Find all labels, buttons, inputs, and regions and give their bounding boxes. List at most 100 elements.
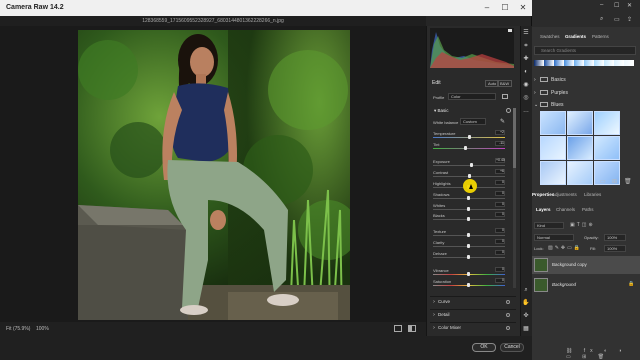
slider-blacks[interactable]: Blacks 0 bbox=[433, 212, 505, 221]
layer-row[interactable]: Background 🔒 bbox=[532, 276, 640, 294]
new-group-icon[interactable]: ▭ bbox=[600, 178, 606, 185]
tab-channels[interactable]: Channels bbox=[556, 207, 575, 212]
slider-value[interactable]: -11 bbox=[495, 141, 505, 146]
gradient-group-blues[interactable]: ⌄ Blues bbox=[534, 101, 634, 110]
gradient-swatch[interactable] bbox=[534, 60, 544, 66]
slider-thumb[interactable] bbox=[468, 174, 471, 178]
slider-thumb[interactable] bbox=[467, 233, 470, 237]
ps-workspace-icon[interactable]: ▭ bbox=[614, 16, 620, 23]
profile-select[interactable]: Color bbox=[448, 93, 496, 100]
visibility-eye-icon[interactable] bbox=[506, 300, 510, 304]
slider-texture[interactable]: Texture 0 bbox=[433, 228, 505, 237]
gradient-swatch[interactable] bbox=[554, 60, 564, 66]
slider-thumb[interactable] bbox=[467, 196, 470, 200]
tab-libraries[interactable]: Libraries bbox=[584, 192, 601, 197]
gradient-tile[interactable] bbox=[567, 161, 593, 185]
panel-scroll-thumb[interactable] bbox=[513, 108, 516, 168]
gradient-swatch[interactable] bbox=[564, 60, 574, 66]
ps-share-icon[interactable]: ⇪ bbox=[627, 16, 632, 23]
slider-value[interactable]: +6 bbox=[495, 169, 505, 174]
gradient-swatch[interactable] bbox=[604, 60, 614, 66]
tab-adjustments[interactable]: Adjustments bbox=[552, 192, 577, 197]
blend-mode-select[interactable]: Normal bbox=[534, 234, 574, 241]
crop-icon[interactable]: ⌗ bbox=[520, 41, 532, 52]
slider-clarity[interactable]: Clarity 0 bbox=[433, 239, 505, 248]
opacity-input[interactable]: 100% bbox=[604, 234, 626, 241]
section-color-mixer[interactable]: › Color Mixer bbox=[430, 322, 516, 332]
ok-button[interactable]: OK bbox=[472, 343, 496, 352]
delete-gradient-icon[interactable]: 🗑 bbox=[624, 178, 632, 185]
gradient-swatch[interactable] bbox=[574, 60, 584, 66]
gradient-tile[interactable] bbox=[540, 161, 566, 185]
gradient-tile[interactable] bbox=[567, 111, 593, 135]
maximize-icon[interactable]: ☐ bbox=[496, 0, 514, 16]
ps-search-icon[interactable]: ⌕ bbox=[600, 16, 603, 23]
gradient-swatch[interactable] bbox=[594, 60, 604, 66]
sampler-tool-icon[interactable]: ✜ bbox=[520, 311, 532, 322]
slider-thumb[interactable] bbox=[470, 163, 473, 167]
minimize-icon[interactable]: – bbox=[478, 0, 496, 16]
slider-value[interactable]: 0 bbox=[495, 278, 505, 283]
slider-value[interactable]: 0 bbox=[495, 239, 505, 244]
slider-whites[interactable]: Whites 0 bbox=[433, 202, 505, 211]
cancel-button[interactable]: Cancel bbox=[500, 343, 524, 352]
healing-icon[interactable]: ✚ bbox=[520, 54, 532, 65]
eyedropper-icon[interactable]: ✎ bbox=[500, 118, 505, 125]
zoom-tool-icon[interactable]: ⌕ bbox=[520, 285, 532, 296]
gradient-swatch[interactable] bbox=[614, 60, 624, 66]
visibility-eye-icon[interactable] bbox=[506, 313, 510, 317]
gradient-tile[interactable] bbox=[540, 111, 566, 135]
slider-thumb[interactable] bbox=[464, 146, 467, 150]
slider-value[interactable]: +0.40 bbox=[495, 158, 505, 163]
more-icon[interactable]: … bbox=[520, 106, 532, 117]
white-balance-select[interactable]: Custom bbox=[460, 118, 486, 125]
gradient-tile[interactable] bbox=[594, 111, 620, 135]
layer-row[interactable]: Background copy bbox=[532, 256, 640, 274]
tab-swatches[interactable]: Swatches bbox=[540, 34, 560, 39]
hand-tool-icon[interactable]: ✋ bbox=[520, 298, 532, 309]
slider-value[interactable]: 0 bbox=[495, 202, 505, 207]
slider-tint[interactable]: Tint -11 bbox=[433, 141, 505, 150]
visibility-eye-icon[interactable] bbox=[506, 108, 511, 113]
gradient-search-input[interactable]: Search Gradients bbox=[534, 46, 636, 55]
slider-dehaze[interactable]: Dehaze 0 bbox=[433, 250, 505, 259]
slider-value[interactable]: +2 bbox=[495, 130, 505, 135]
slider-value[interactable]: 0 bbox=[495, 250, 505, 255]
before-after-icon[interactable] bbox=[394, 325, 402, 332]
layer-name[interactable]: Background copy bbox=[552, 256, 587, 274]
ps-minimize-icon[interactable]: – bbox=[600, 2, 603, 8]
gradient-tile[interactable] bbox=[540, 136, 566, 160]
slider-track[interactable] bbox=[433, 148, 505, 149]
slider-value[interactable]: 0 bbox=[495, 228, 505, 233]
tab-paths[interactable]: Paths bbox=[582, 207, 594, 212]
slider-thumb[interactable] bbox=[468, 135, 471, 139]
tab-gradients[interactable]: Gradients bbox=[565, 34, 586, 39]
section-detail[interactable]: › Detail bbox=[430, 309, 516, 319]
layer-footer-icons[interactable]: ⛓ fx ◐ ◑ ▭ ⊞ 🗑 bbox=[566, 348, 640, 360]
profile-browser-icon[interactable] bbox=[502, 94, 508, 99]
compare-view-icon[interactable] bbox=[408, 325, 416, 332]
ps-maximize-icon[interactable]: ☐ bbox=[614, 2, 619, 9]
slider-shadows[interactable]: Shadows 0 bbox=[433, 191, 505, 200]
slider-value[interactable]: 0 bbox=[495, 191, 505, 196]
red-eye-icon[interactable]: ◉ bbox=[520, 80, 532, 91]
slider-contrast[interactable]: Contrast +6 bbox=[433, 169, 505, 178]
lock-icons[interactable]: ▧✎✥▭🔒 bbox=[548, 245, 582, 251]
tab-layers[interactable]: Layers bbox=[536, 207, 551, 212]
gradient-swatch[interactable] bbox=[544, 60, 554, 66]
zoom-100-button[interactable]: 100% bbox=[36, 322, 49, 336]
tab-patterns[interactable]: Patterns bbox=[592, 34, 609, 39]
presets-icon[interactable]: ◎ bbox=[520, 93, 532, 104]
bw-button[interactable]: B&W bbox=[497, 80, 513, 87]
gradient-tile[interactable] bbox=[594, 136, 620, 160]
slider-thumb[interactable] bbox=[467, 283, 470, 287]
slider-exposure[interactable]: Exposure +0.40 bbox=[433, 158, 505, 167]
new-gradient-icon[interactable]: ⊞ bbox=[612, 178, 617, 185]
gradient-group-basics[interactable]: › Basics bbox=[534, 76, 634, 85]
fill-input[interactable]: 100% bbox=[604, 245, 626, 252]
slider-value[interactable]: 0 bbox=[495, 212, 505, 217]
slider-thumb[interactable] bbox=[467, 207, 470, 211]
basic-section-header[interactable]: ▾ Basic bbox=[434, 108, 449, 114]
slider-value[interactable]: 0 bbox=[495, 267, 505, 272]
slider-thumb[interactable] bbox=[467, 217, 470, 221]
